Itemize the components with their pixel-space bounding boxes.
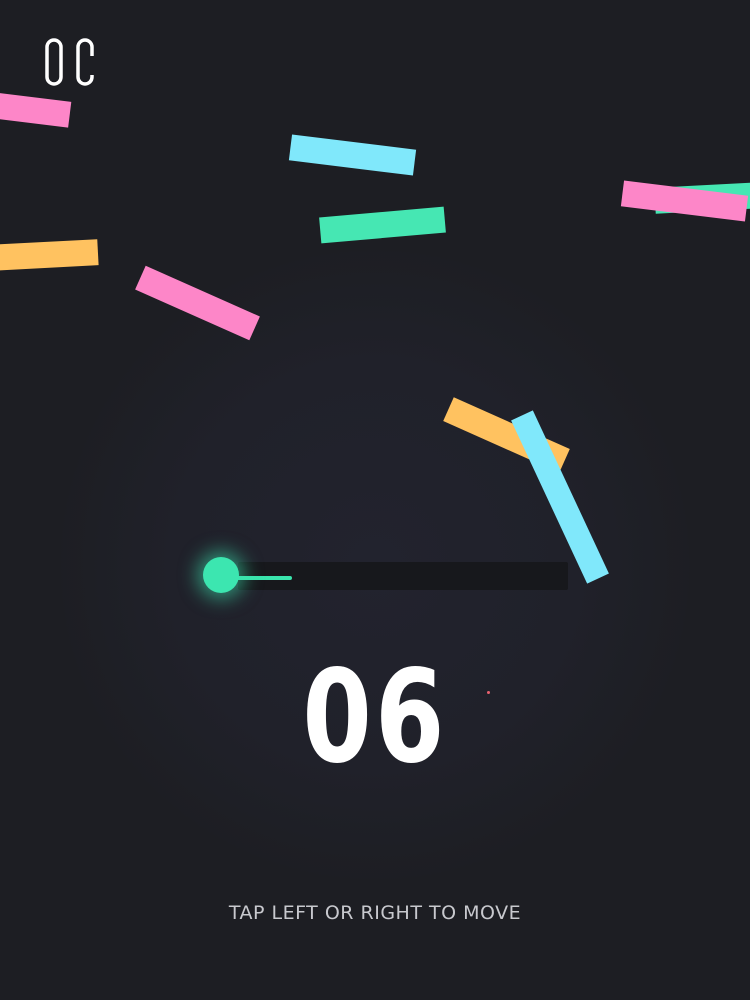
pause-button[interactable] [44,37,96,87]
obstacle-bar [319,206,446,244]
player-ball [203,557,239,593]
obstacle-bar [0,239,99,271]
obstacle-bar [0,92,72,128]
game-stage[interactable]: 06 TAP LEFT OR RIGHT TO MOVE [0,0,750,1000]
obstacle-bar [288,134,417,176]
instruction-text: TAP LEFT OR RIGHT TO MOVE [228,902,522,924]
pause-icon [45,38,94,86]
score-counter: 06 [302,643,448,792]
